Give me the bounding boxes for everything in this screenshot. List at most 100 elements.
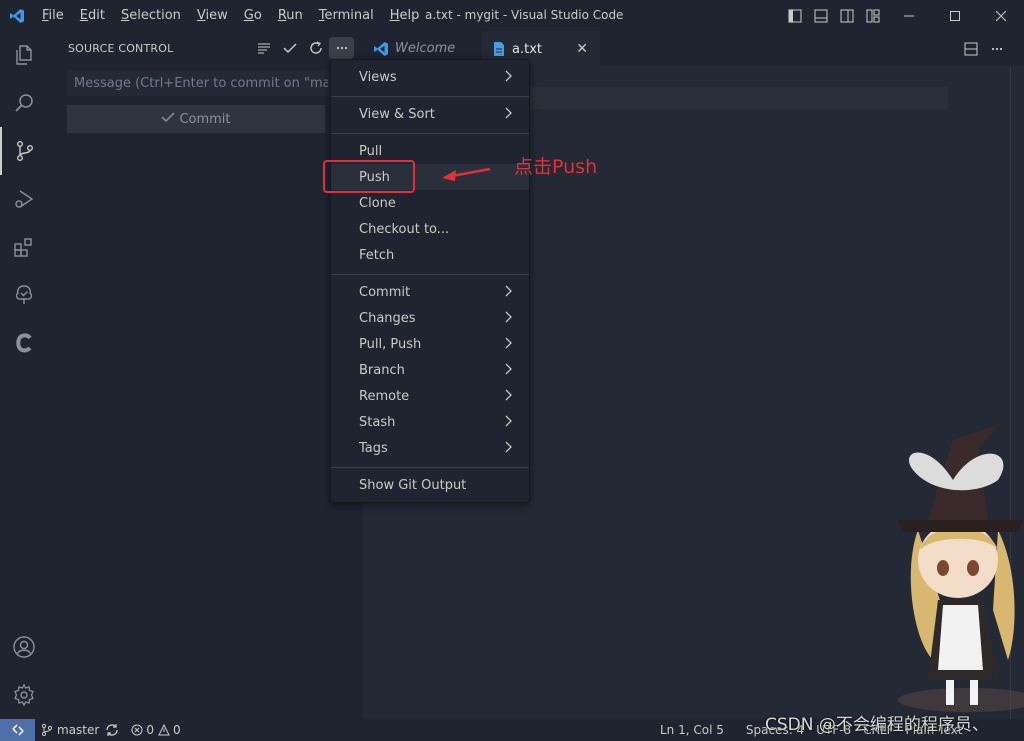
menu-help[interactable]: Help (382, 0, 428, 31)
menu-mnemonic: V (196, 8, 206, 23)
menu-label-rest: erminal (324, 8, 374, 23)
menu-file[interactable]: File (34, 0, 72, 31)
chevron-right-icon (505, 106, 513, 124)
chevron-right-icon (505, 69, 513, 87)
problems-status[interactable]: 0 0 (125, 723, 186, 737)
menu-item-label: Commit (359, 284, 411, 300)
toggle-panel-icon[interactable] (808, 0, 834, 31)
mascot-image (858, 410, 1024, 719)
menu-selection[interactable]: Selection (113, 0, 189, 31)
menu-separator (331, 96, 529, 97)
vscode-logo-icon (373, 41, 389, 57)
chevron-right-icon (505, 336, 513, 354)
commit-button[interactable]: Commit (67, 105, 325, 133)
menu-item-show-git-output[interactable]: Show Git Output (331, 472, 529, 498)
check-icon (161, 110, 175, 128)
menu-separator (331, 467, 529, 468)
menu-item-label: Remote (359, 388, 410, 404)
csdn-watermark: CSDN @不会编程的程序员、 (765, 715, 989, 735)
toggle-secondary-sidebar-icon[interactable] (834, 0, 860, 31)
menu-item-commit[interactable]: Commit (331, 279, 529, 305)
split-editor-icon[interactable] (958, 42, 984, 56)
menu-item-tags[interactable]: Tags (331, 435, 529, 461)
menu-item-remote[interactable]: Remote (331, 383, 529, 409)
title-bar: File Edit Selection View Go Run Terminal Help a… (0, 0, 1024, 31)
error-count: 0 (146, 723, 154, 737)
menu-item-view-sort[interactable]: View & Sort (331, 101, 529, 127)
menu-go[interactable]: Go (236, 0, 270, 31)
search-icon[interactable] (0, 79, 48, 127)
menu-label-rest: ile (48, 8, 64, 23)
menu-separator (331, 133, 529, 134)
close-icon[interactable]: ✕ (576, 41, 588, 57)
refresh-icon[interactable] (303, 37, 328, 59)
tab-a-txt-label: a.txt (512, 41, 542, 57)
menu-label-rest: iew (205, 8, 228, 23)
manage-gear-icon[interactable] (0, 671, 48, 719)
menu-bar: File Edit Selection View Go Run Terminal Help (34, 0, 427, 31)
menu-item-branch[interactable]: Branch (331, 357, 529, 383)
menu-item-stash[interactable]: Stash (331, 409, 529, 435)
menu-item-views[interactable]: Views (331, 64, 529, 90)
commit-button-label: Commit (179, 111, 231, 127)
menu-item-label: Stash (359, 414, 396, 430)
menu-label-rest: un (286, 8, 303, 23)
menu-item-label: Views (359, 69, 397, 85)
editor-more-actions-icon[interactable] (984, 42, 1010, 56)
explorer-icon[interactable] (0, 31, 48, 79)
chevron-right-icon (505, 414, 513, 432)
chevron-right-icon (505, 440, 513, 458)
commit-check-icon[interactable] (277, 37, 302, 59)
toggle-primary-sidebar-icon[interactable] (782, 0, 808, 31)
warning-count: 0 (172, 723, 181, 737)
menu-item-pull-push[interactable]: Pull, Push (331, 331, 529, 357)
branch-status[interactable]: master (35, 723, 125, 737)
menu-run[interactable]: Run (270, 0, 311, 31)
extensions-icon[interactable] (0, 223, 48, 271)
activity-bar (0, 31, 48, 719)
menu-item-label: Show Git Output (359, 477, 467, 493)
menu-item-checkout-to[interactable]: Checkout to... (331, 216, 529, 242)
cursor-position[interactable]: Ln 1, Col 5 (654, 723, 730, 737)
menu-item-changes[interactable]: Changes (331, 305, 529, 331)
minimize-icon[interactable] (886, 0, 932, 31)
c-extension-icon[interactable] (0, 319, 48, 367)
customize-layout-icon[interactable] (860, 0, 886, 31)
menu-item-clone[interactable]: Clone (331, 190, 529, 216)
view-as-tree-icon[interactable] (251, 37, 276, 59)
menu-view[interactable]: View (189, 0, 236, 31)
menu-label-rest: elp (399, 8, 420, 23)
layout-controls (782, 0, 886, 31)
editor-actions (958, 31, 1010, 66)
menu-item-label: Fetch (359, 247, 395, 263)
remote-tree-icon[interactable] (0, 271, 48, 319)
remote-indicator-icon[interactable] (0, 719, 35, 741)
annotation-arrow-icon (440, 162, 494, 190)
file-icon (492, 41, 506, 57)
menu-item-label: Clone (359, 195, 396, 211)
menu-item-label: Checkout to... (359, 221, 450, 237)
menu-item-fetch[interactable]: Fetch (331, 242, 529, 268)
menu-item-label: View & Sort (359, 106, 435, 122)
menu-mnemonic: R (277, 8, 287, 23)
maximize-icon[interactable] (932, 0, 978, 31)
menu-terminal[interactable]: Terminal (311, 0, 382, 31)
menu-separator (331, 274, 529, 275)
chevron-right-icon (505, 362, 513, 380)
window-controls (886, 0, 1024, 31)
commit-message-input[interactable]: Message (Ctrl+Enter to commit on "master… (67, 70, 329, 96)
sync-icon[interactable] (105, 723, 119, 737)
annotation-highlight-box (323, 160, 415, 193)
close-window-icon[interactable] (978, 0, 1024, 31)
vscode-window: File Edit Selection View Go Run Terminal Help a… (0, 0, 1024, 741)
window-title: a.txt - mygit - Visual Studio Code (425, 8, 624, 22)
menu-item-label: Branch (359, 362, 405, 378)
source-control-icon[interactable] (0, 127, 48, 175)
more-actions-menu: Views View & Sort Pull Push Clone Checkout to… (330, 59, 530, 503)
menu-item-label: Pull, Push (359, 336, 422, 352)
more-actions-icon[interactable] (329, 37, 354, 59)
menu-edit[interactable]: Edit (72, 0, 113, 31)
warning-icon (158, 724, 170, 736)
account-icon[interactable] (0, 623, 48, 671)
run-debug-icon[interactable] (0, 175, 48, 223)
